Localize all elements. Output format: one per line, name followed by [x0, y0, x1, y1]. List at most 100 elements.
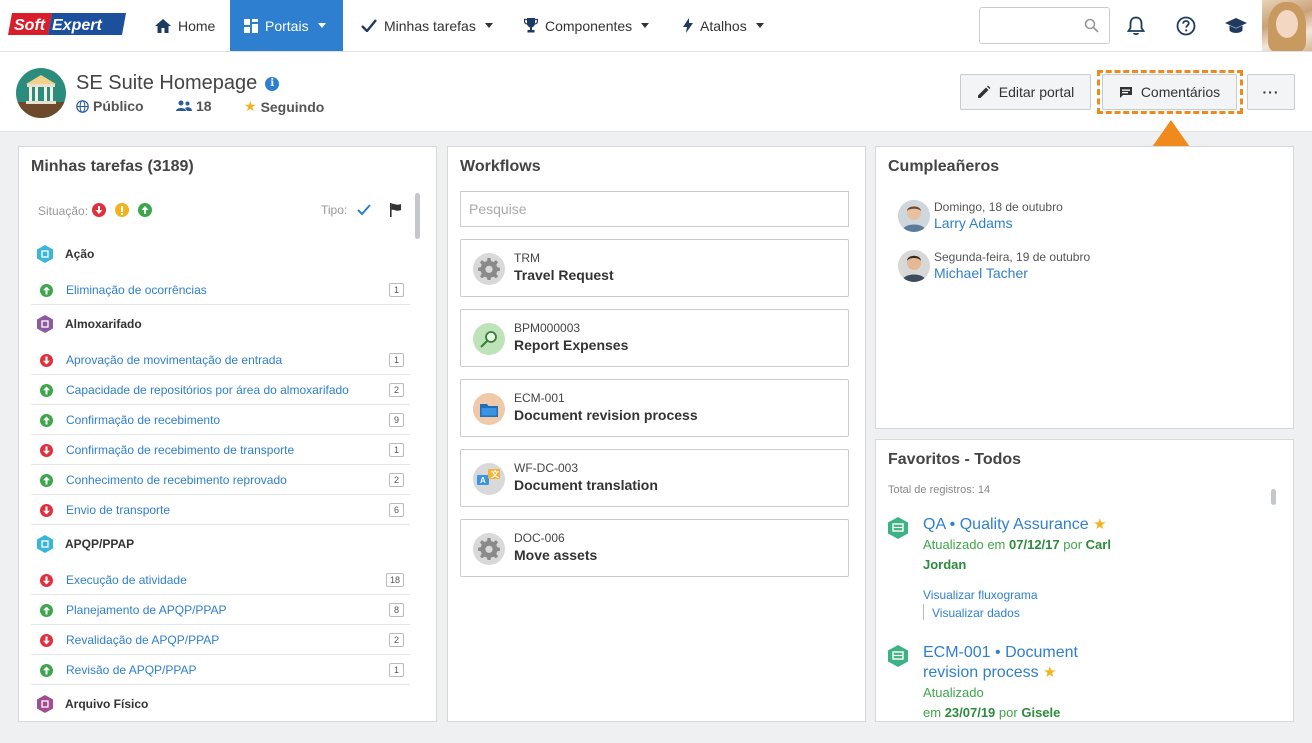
tasks-scrollbar[interactable] [415, 193, 420, 239]
global-search[interactable] [979, 7, 1110, 44]
workflow-card[interactable]: A 文 WF-DC-003 Document translation [460, 449, 849, 507]
chevron-down-icon [641, 23, 650, 28]
workflow-name: Move assets [514, 547, 598, 563]
workflow-card[interactable]: ECM-001 Document revision process [460, 379, 849, 437]
task-row[interactable]: Capacidade de repositórios por área do a… [31, 375, 410, 405]
birthday-name[interactable]: Michael Tacher [934, 265, 1028, 281]
task-row[interactable]: Envio de transporte 6 [31, 495, 410, 525]
task-row[interactable]: Revisão de APQP/PPAP 1 [31, 655, 410, 685]
birthday-date: Domingo, 18 de outubro [934, 200, 1063, 214]
task-label[interactable]: Execução de atividade [66, 573, 187, 587]
task-row[interactable]: Confirmação de recebimento de transporte… [31, 435, 410, 465]
task-count-badge: 2 [389, 383, 404, 397]
situation-filter-label: Situação: [38, 204, 89, 218]
birthday-name[interactable]: Larry Adams [934, 215, 1013, 231]
workflow-card[interactable]: BPM000003 Report Expenses [460, 309, 849, 367]
status-late-filter[interactable] [92, 203, 106, 217]
task-row[interactable]: Conhecimento de recebimento reprovado 2 [31, 465, 410, 495]
bell-icon [1127, 16, 1145, 36]
portal-members-count: 18 [196, 98, 212, 114]
more-options-button[interactable]: ··· [1247, 74, 1295, 110]
task-label[interactable]: Eliminação de ocorrências [66, 283, 207, 297]
nav-home-label: Home [178, 17, 216, 34]
arrow-up-icon [40, 604, 53, 617]
task-label[interactable]: Revisão de APQP/PPAP [66, 663, 197, 677]
nav-portais[interactable]: Portais [230, 0, 343, 51]
task-category[interactable]: APQP/PPAP [37, 535, 134, 553]
check-icon [361, 19, 377, 32]
workflows-title: Workflows [460, 158, 541, 175]
view-data-link[interactable]: Visualizar dados [932, 606, 1020, 620]
task-category[interactable]: Almoxarifado [37, 315, 142, 333]
task-row[interactable]: Revalidação de APQP/PPAP 2 [31, 625, 410, 655]
nav-atalhos[interactable]: Atalhos [669, 0, 778, 51]
birthdays-title: Cumpleañeros [888, 158, 1000, 175]
flag-icon[interactable] [389, 203, 402, 217]
translate-icon: A文 [473, 463, 505, 495]
task-category-label: Arquivo Físico [65, 697, 149, 711]
notifications-button[interactable] [1124, 14, 1148, 38]
task-label[interactable]: Revalidação de APQP/PPAP [66, 633, 219, 647]
favorite-meta: Atualizado em 07/12/17 por Carl Jordan [923, 535, 1133, 575]
view-flowchart-link[interactable]: Visualizar fluxograma [923, 588, 1038, 602]
task-category[interactable]: Ação [37, 245, 94, 263]
favorite-title-text[interactable]: QA • Quality Assurance [923, 516, 1089, 533]
task-label[interactable]: Confirmação de recebimento de transporte [66, 443, 294, 457]
user-avatar[interactable] [1262, 0, 1312, 51]
global-search-input[interactable] [980, 8, 1080, 43]
nav-minhas-tarefas[interactable]: Minhas tarefas [347, 0, 507, 51]
check-icon[interactable] [357, 204, 371, 216]
portal-following[interactable]: ★ Seguindo [244, 98, 324, 115]
task-label[interactable]: Capacidade de repositórios por área do a… [66, 383, 349, 397]
task-category[interactable]: Arquivo Físico [37, 695, 148, 713]
task-row[interactable]: Execução de atividade 18 [31, 565, 410, 595]
learning-button[interactable] [1224, 14, 1248, 38]
task-row[interactable]: Eliminação de ocorrências 1 [31, 275, 410, 305]
task-label[interactable]: Confirmação de recebimento [66, 413, 220, 427]
task-row[interactable]: Aprovação de movimentação de entrada 1 [31, 345, 410, 375]
help-icon [1176, 16, 1196, 36]
favorite-item: QA • Quality Assurance ★ Atualizado em 0… [888, 515, 1278, 635]
nav-componentes[interactable]: Componentes [510, 0, 663, 51]
more-options-label: ··· [1262, 84, 1280, 100]
status-warning-filter[interactable] [115, 203, 129, 217]
task-label[interactable]: Planejamento de APQP/PPAP [66, 603, 227, 617]
tasks-panel: Minhas tarefas (3189) Situação: Tipo: Aç… [18, 146, 437, 722]
category-icon [37, 245, 53, 263]
task-label[interactable]: Envio de transporte [66, 503, 170, 517]
edit-portal-button[interactable]: Editar portal [960, 74, 1091, 110]
nav-portais-label: Portais [265, 17, 309, 34]
task-count-badge: 18 [385, 573, 404, 587]
task-row[interactable]: Planejamento de APQP/PPAP 8 [31, 595, 410, 625]
status-ontime-filter[interactable] [138, 203, 152, 217]
favorite-title[interactable]: ECM-001 • Document revision process ★ [923, 643, 1113, 683]
task-label[interactable]: Aprovação de movimentação de entrada [66, 353, 282, 367]
task-row[interactable]: Confirmação de recebimento 9 [31, 405, 410, 435]
info-icon[interactable]: i [265, 76, 280, 91]
task-count-badge: 2 [389, 633, 404, 647]
category-icon [37, 695, 53, 713]
star-icon[interactable]: ★ [1043, 663, 1056, 683]
star-icon[interactable]: ★ [1093, 515, 1106, 535]
workflow-card[interactable]: DOC-006 Move assets [460, 519, 849, 577]
softexpert-logo[interactable]: Soft Expert [8, 12, 126, 36]
portal-members[interactable]: 18 [176, 98, 212, 114]
category-icon [37, 315, 53, 333]
trophy-icon [524, 18, 538, 33]
help-button[interactable] [1174, 14, 1198, 38]
tasks-title: Minhas tarefas (3189) [31, 158, 194, 175]
workflow-search-input[interactable] [461, 192, 841, 226]
task-count-badge: 1 [389, 663, 404, 677]
favorites-scrollbar[interactable] [1271, 489, 1276, 505]
users-icon [176, 100, 192, 111]
workflow-card[interactable]: TRM Travel Request [460, 239, 849, 297]
favorite-title[interactable]: QA • Quality Assurance ★ [923, 515, 1123, 535]
task-count-badge: 6 [389, 503, 404, 517]
task-label[interactable]: Conhecimento de recebimento reprovado [66, 473, 287, 487]
nav-home[interactable]: Home [141, 0, 229, 51]
svg-text:文: 文 [491, 469, 500, 479]
workflow-search[interactable] [460, 191, 849, 227]
workflow-code: DOC-006 [514, 531, 565, 545]
favorite-author: Gisele [1021, 705, 1061, 720]
bolt-icon [683, 18, 693, 33]
